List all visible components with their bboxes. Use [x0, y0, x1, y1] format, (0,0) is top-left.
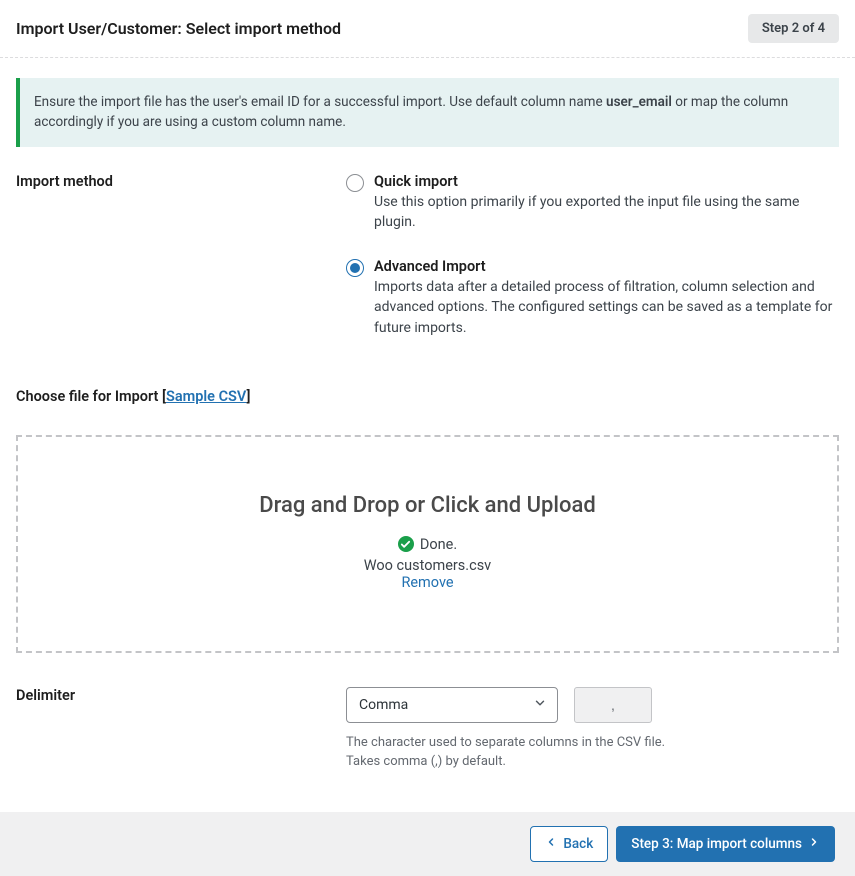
- delimiter-row: Delimiter Comma The character used to se…: [16, 687, 839, 772]
- choose-file-prefix: Choose file for Import [: [16, 388, 166, 405]
- chevron-left-icon: [545, 836, 557, 852]
- upload-done-text: Done.: [420, 536, 457, 553]
- quick-import-option[interactable]: Quick import Use this option primarily i…: [346, 173, 839, 233]
- page-title: Import User/Customer: Select import meth…: [16, 19, 341, 38]
- quick-import-desc: Use this option primarily if you exporte…: [374, 192, 839, 233]
- import-method-row: Import method Quick import Use this opti…: [16, 173, 839, 338]
- quick-import-title: Quick import: [374, 173, 839, 190]
- delimiter-select-value: Comma: [359, 697, 408, 713]
- advanced-import-text: Advanced Import Imports data after a det…: [374, 258, 839, 338]
- step-badge: Step 2 of 4: [748, 14, 839, 43]
- delimiter-helper-1: The character used to separate columns i…: [346, 735, 665, 750]
- wizard-footer: Back Step 3: Map import columns: [0, 812, 855, 876]
- remove-file-link[interactable]: Remove: [401, 574, 453, 591]
- upload-done-line: Done.: [38, 536, 817, 553]
- advanced-import-option[interactable]: Advanced Import Imports data after a det…: [346, 258, 839, 338]
- dropzone-title: Drag and Drop or Click and Upload: [38, 493, 817, 518]
- wizard-header: Import User/Customer: Select import meth…: [0, 0, 855, 58]
- advanced-import-radio[interactable]: [346, 259, 364, 277]
- quick-import-radio[interactable]: [346, 174, 364, 192]
- sample-csv-link[interactable]: Sample CSV: [166, 388, 246, 405]
- import-method-label: Import method: [16, 173, 346, 190]
- info-text-bold: user_email: [606, 94, 672, 110]
- delimiter-select[interactable]: Comma: [346, 687, 558, 723]
- choose-file-suffix: ]: [246, 388, 250, 405]
- chevron-down-icon: [533, 696, 547, 714]
- next-button[interactable]: Step 3: Map import columns: [616, 826, 835, 862]
- choose-file-label: Choose file for Import [Sample CSV]: [16, 388, 839, 405]
- delimiter-helper: The character used to separate columns i…: [346, 733, 726, 772]
- delimiter-label: Delimiter: [16, 687, 346, 704]
- quick-import-text: Quick import Use this option primarily i…: [374, 173, 839, 233]
- delimiter-input[interactable]: [574, 687, 652, 723]
- info-text-prefix: Ensure the import file has the user's em…: [34, 94, 606, 110]
- advanced-import-desc: Imports data after a detailed process of…: [374, 277, 839, 338]
- back-button-label: Back: [563, 836, 593, 852]
- file-dropzone[interactable]: Drag and Drop or Click and Upload Done. …: [16, 435, 839, 653]
- delimiter-helper-2: Takes comma (,) by default.: [346, 754, 506, 769]
- advanced-import-title: Advanced Import: [374, 258, 839, 275]
- delimiter-controls: Comma The character used to separate col…: [346, 687, 839, 772]
- uploaded-filename: Woo customers.csv: [38, 557, 817, 574]
- info-callout: Ensure the import file has the user's em…: [16, 78, 839, 147]
- check-icon: [398, 536, 414, 552]
- chevron-right-icon: [808, 836, 820, 852]
- next-button-label: Step 3: Map import columns: [631, 836, 802, 852]
- wizard-body: Ensure the import file has the user's em…: [0, 58, 855, 812]
- import-method-options: Quick import Use this option primarily i…: [346, 173, 839, 338]
- back-button[interactable]: Back: [530, 826, 608, 862]
